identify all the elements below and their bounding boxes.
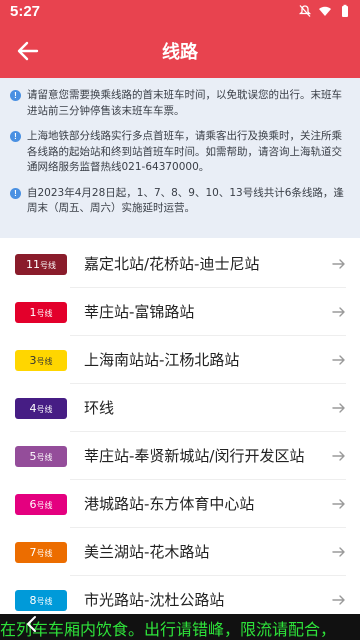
line-badge: 1号线 [15,302,67,323]
notice-text: 上海地铁部分线路实行多点首班车，请乘客出行及换乘时，关注所乘各线路的起始站和终到… [27,130,342,173]
line-row-11[interactable]: 11号线 嘉定北站/花桥站-迪士尼站 [0,240,360,288]
line-badge: 7号线 [15,542,67,563]
line-number: 5 [29,450,37,463]
line-suffix: 号线 [36,357,53,366]
notice-text: 自2023年4月28日起，1、7、8、9、10、13号线共计6条线路，逢周末（周… [27,186,344,215]
arrow-right-icon [332,547,345,557]
line-badge: 5号线 [15,446,67,467]
line-badge: 3号线 [15,350,67,371]
line-name: 环线 [84,399,115,417]
line-row-7[interactable]: 7号线 美兰湖站-花木路站 [0,528,360,576]
line-number: 11 [26,258,40,271]
line-name: 上海南站站-江杨北路站 [84,351,240,369]
line-badge: 11号线 [15,254,67,275]
arrow-right-icon [332,355,345,365]
arrow-right-icon [332,451,345,461]
line-number: 8 [29,594,37,607]
marquee-text: 在列车车厢内饮食。出行请错峰，限流请配合， [0,620,337,639]
line-suffix: 号线 [36,597,53,606]
line-suffix: 号线 [36,405,53,414]
nav-back-icon[interactable] [24,614,38,634]
status-icons [298,4,352,18]
line-number: 3 [29,354,37,367]
notice-item: ! 上海地铁部分线路实行多点首班车，请乘客出行及换乘时，关注所乘各线路的起始站和… [10,129,350,176]
line-badge: 6号线 [15,494,67,515]
info-icon: ! [10,90,21,101]
arrow-right-icon [332,259,345,269]
arrow-right-icon [332,403,345,413]
line-badge: 8号线 [15,590,67,611]
info-icon: ! [10,187,21,199]
arrow-right-icon [332,307,345,317]
line-row-3[interactable]: 3号线 上海南站站-江杨北路站 [0,336,360,384]
battery-icon [342,4,348,17]
line-name: 市光路站-沈杜公路站 [84,591,225,609]
line-number: 6 [29,498,37,511]
line-suffix: 号线 [36,549,53,558]
line-name: 嘉定北站/花桥站-迪士尼站 [84,255,260,273]
notice-text: 请留意您需要换乘线路的首末班车时间，以免耽误您的出行。末班车进站前三分钟停售该末… [27,89,342,117]
line-row-1[interactable]: 1号线 莘庄站-富锦路站 [0,288,360,336]
line-suffix: 号线 [36,501,53,510]
do-not-disturb-icon [298,5,312,17]
status-bar: 5:27 [0,0,360,24]
line-name: 港城路站-东方体育中心站 [84,495,255,513]
notice-panel: ! 请留意您需要换乘线路的首末班车时间，以免耽误您的出行。末班车进站前三分钟停售… [0,78,360,238]
arrow-right-icon [332,595,345,605]
line-row-6[interactable]: 6号线 港城路站-东方体育中心站 [0,480,360,528]
arrow-right-icon [332,499,345,509]
notice-item: ! 请留意您需要换乘线路的首末班车时间，以免耽误您的出行。末班车进站前三分钟停售… [10,88,350,119]
line-number: 1 [29,306,37,319]
notice-item: ! 自2023年4月28日起，1、7、8、9、10、13号线共计6条线路，逢周末… [10,186,350,217]
status-time: 5:27 [10,3,41,20]
line-name: 莘庄站-奉贤新城站/闵行开发区站 [84,447,305,465]
line-badge: 4号线 [15,398,67,419]
page-title: 线路 [162,42,198,63]
announcement-marquee: 在列车车厢内饮食。出行请错峰，限流请配合， [0,614,360,640]
line-suffix: 号线 [36,309,53,318]
line-name: 美兰湖站-花木路站 [84,543,210,561]
line-row-4[interactable]: 4号线 环线 [0,384,360,432]
line-number: 4 [29,402,37,415]
line-name: 莘庄站-富锦路站 [84,303,195,321]
line-list: 11号线 嘉定北站/花桥站-迪士尼站 1号线 莘庄站-富锦路站 3号线 上海南站… [0,240,360,624]
app-bar: 线路 [0,24,360,78]
wifi-icon [319,6,331,16]
line-row-5[interactable]: 5号线 莘庄站-奉贤新城站/闵行开发区站 [0,432,360,480]
line-number: 7 [29,546,37,559]
info-icon: ! [10,131,21,142]
line-suffix: 号线 [36,453,53,462]
line-suffix: 号线 [40,261,56,270]
